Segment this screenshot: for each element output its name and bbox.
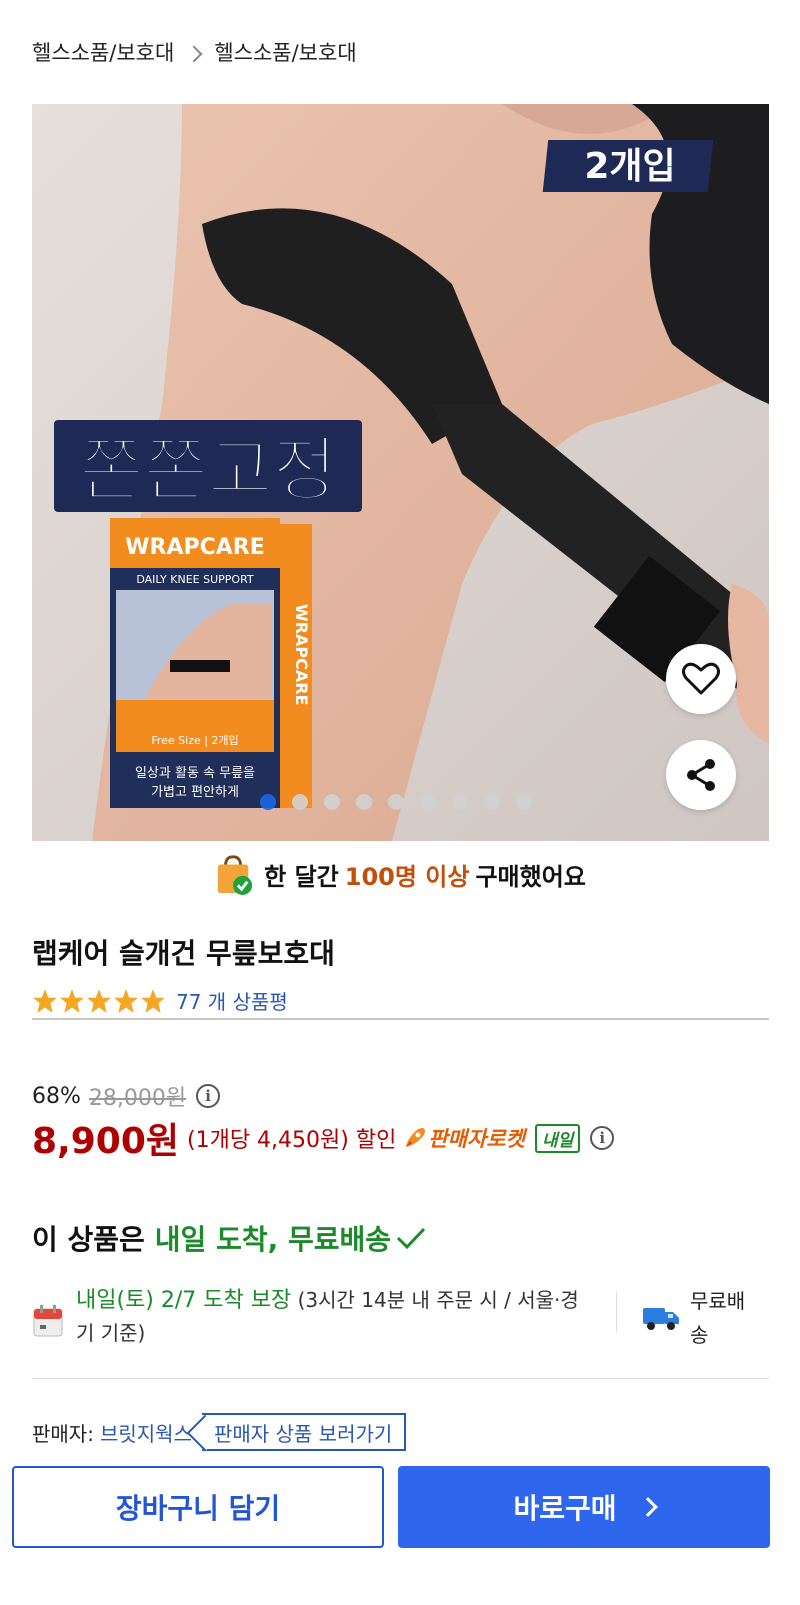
product-title: 랩케어 슬개건 무릎보호대: [32, 937, 335, 970]
seller-rocket-badge: 판매자로켓: [402, 1123, 525, 1153]
seller-name-link[interactable]: 브릿지웍스: [100, 1418, 192, 1447]
breadcrumb-item-category[interactable]: 헬스소품/보호대: [32, 37, 174, 67]
original-price: 28,000원: [88, 1086, 187, 1111]
share-button[interactable]: [666, 740, 736, 810]
carousel-dot[interactable]: [356, 794, 372, 810]
star-icon: [33, 988, 57, 1013]
divider: [616, 1292, 617, 1332]
info-icon[interactable]: i: [590, 1126, 615, 1150]
box-size-text: Free Size | 2개입: [151, 734, 238, 747]
carousel-dot[interactable]: [324, 794, 340, 810]
carousel-dot[interactable]: [420, 794, 436, 810]
bottom-action-bar: 장바구니 담기 바로구매: [0, 1460, 800, 1605]
breadcrumb-item-subcategory[interactable]: 헬스소품/보호대: [214, 37, 356, 67]
star-rating: [32, 988, 166, 1014]
product-rating[interactable]: 77 개 상품평: [32, 986, 288, 1015]
carousel-dot[interactable]: [292, 794, 308, 810]
delivery-headline-prefix: 이 상품은: [32, 1223, 145, 1256]
carousel-dot[interactable]: [516, 794, 532, 810]
seller-info: 판매자: 브릿지웍스 판매자 상품 보러가기: [32, 1412, 407, 1452]
delivery-headline-highlight: 내일 도착, 무료배송: [154, 1223, 392, 1256]
purchase-banner-highlight: 100명 이상: [344, 862, 470, 891]
check-icon: [396, 1227, 426, 1250]
seller-products-link-label: 판매자 상품 보러가기: [213, 1421, 393, 1446]
carousel-dot[interactable]: [388, 794, 404, 810]
carousel-dot[interactable]: [260, 794, 276, 810]
carousel-dot[interactable]: [452, 794, 468, 810]
calendar-icon: [33, 1305, 63, 1337]
wishlist-button[interactable]: [666, 644, 736, 714]
product-image-gallery[interactable]: 2개입 쫀쫀고정 WRAPCARE DAILY KNEE SUPPORT Fre…: [32, 104, 769, 841]
add-to-cart-label: 장바구니 담기: [115, 1492, 281, 1525]
chevron-right-icon: [637, 1497, 658, 1517]
divider: [32, 1378, 769, 1379]
rocket-icon: [406, 1128, 426, 1147]
divider: [32, 1018, 769, 1020]
price-original-row: 68% 28,000원 i: [32, 1080, 221, 1112]
purchase-banner-prefix: 한 달간: [264, 862, 339, 891]
box-caption-line1: 일상과 활동 속 무릎을: [135, 766, 255, 781]
buy-now-label: 바로구매: [513, 1492, 617, 1525]
add-to-cart-button[interactable]: 장바구니 담기: [12, 1466, 384, 1548]
star-icon: [141, 988, 165, 1013]
star-icon: [87, 988, 111, 1013]
price-sale-row: 8,900원 (1개당 4,450원) 할인 판매자로켓 내일 i: [32, 1112, 615, 1164]
box-side-brand-text: WRAPCARE: [292, 604, 311, 705]
seller-label: 판매자:: [32, 1421, 94, 1446]
tomorrow-badge: 내일: [534, 1123, 581, 1153]
box-subtitle-text: DAILY KNEE SUPPORT: [136, 573, 254, 586]
sale-price: 8,900원: [32, 1121, 179, 1162]
unit-price: (1개당 4,450원) 할인: [187, 1128, 397, 1153]
shopping-bag-icon: [217, 855, 253, 895]
carousel-indicator: [260, 794, 532, 810]
seller-products-link[interactable]: 판매자 상품 보러가기: [201, 1413, 407, 1451]
share-icon: [687, 759, 715, 791]
review-count-link[interactable]: 77 개 상품평: [176, 986, 288, 1015]
chevron-right-icon: [185, 45, 203, 63]
count-badge-text: 2개입: [584, 146, 675, 187]
info-icon[interactable]: i: [196, 1084, 221, 1108]
buy-now-button[interactable]: 바로구매: [398, 1466, 770, 1548]
slogan-text: 쫀쫀고정: [79, 429, 337, 511]
box-brand-text: WRAPCARE: [125, 535, 265, 560]
carousel-dot[interactable]: [484, 794, 500, 810]
star-icon: [60, 988, 84, 1013]
truck-icon: [643, 1308, 679, 1330]
star-icon: [114, 988, 138, 1013]
purchase-count-banner: 한 달간 100명 이상 구매했어요: [0, 852, 800, 896]
purchase-banner-suffix: 구매했어요: [475, 862, 586, 891]
delivery-headline: 이 상품은 내일 도착, 무료배송: [32, 1218, 427, 1258]
box-caption-line2: 가볍고 편안하게: [151, 785, 239, 800]
delivery-info: 내일(토) 2/7 도착 보장 (3시간 14분 내 주문 시 / 서울·경기 …: [32, 1284, 769, 1354]
heart-icon: [682, 662, 720, 695]
discount-rate: 68%: [32, 1083, 81, 1109]
free-shipping-label: 무료배송: [690, 1289, 746, 1347]
rocket-label: 판매자로켓: [428, 1127, 525, 1151]
product-image: 2개입 쫀쫀고정 WRAPCARE DAILY KNEE SUPPORT Fre…: [32, 104, 769, 841]
arrival-guarantee: 내일(토) 2/7 도착 보장: [76, 1288, 292, 1313]
breadcrumb: 헬스소품/보호대 헬스소품/보호대: [32, 36, 357, 68]
delivery-arrival: 내일(토) 2/7 도착 보장 (3시간 14분 내 주문 시 / 서울·경기 …: [76, 1284, 596, 1349]
